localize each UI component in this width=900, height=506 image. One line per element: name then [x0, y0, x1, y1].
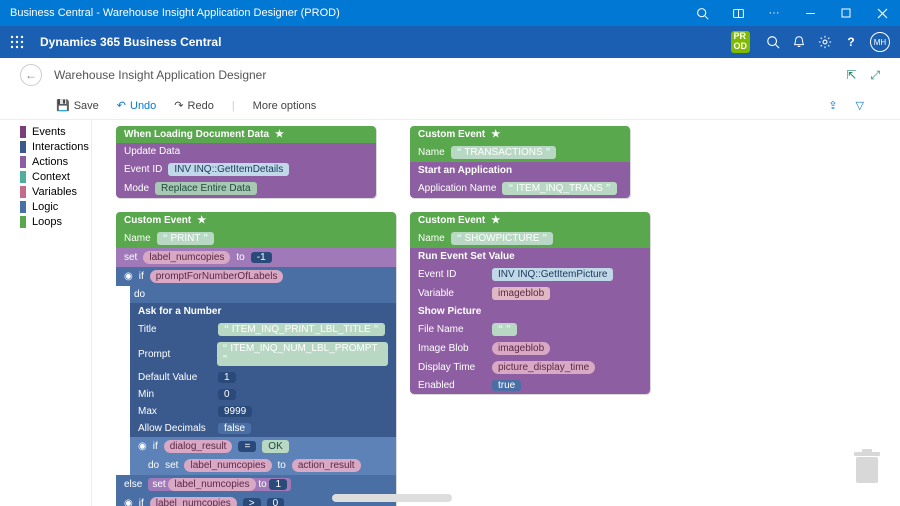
sidebar-item-label: Actions	[32, 156, 68, 168]
block-custom-event-showpicture[interactable]: Custom Event ★ Name “ SHOWPICTURE ” Run …	[410, 212, 650, 394]
sidebar-item-label: Loops	[32, 216, 62, 228]
block-custom-event-transactions[interactable]: Custom Event ★ Name “ TRANSACTIONS ” Sta…	[410, 126, 630, 198]
category-swatch	[20, 126, 26, 138]
product-name[interactable]: Dynamics 365 Business Central	[40, 35, 731, 49]
category-swatch	[20, 186, 26, 198]
more-icon[interactable]: ···	[756, 0, 792, 26]
sidebar-item-actions[interactable]: Actions	[20, 154, 91, 169]
back-button[interactable]: ←	[20, 64, 42, 86]
close-icon[interactable]	[864, 0, 900, 26]
app-launcher-icon[interactable]	[10, 35, 32, 49]
window-title: Business Central - Warehouse Insight App…	[0, 7, 684, 19]
sidebar-item-variables[interactable]: Variables	[20, 184, 91, 199]
sidebar-item-logic[interactable]: Logic	[20, 199, 91, 214]
save-icon: 💾	[56, 99, 70, 112]
redo-button[interactable]: ↷Redo	[174, 99, 214, 112]
maximize-icon[interactable]	[828, 0, 864, 26]
content: Events Interactions Actions Context Variable…	[0, 120, 900, 506]
env-badge: PROD	[731, 31, 751, 53]
block-when-loading-document-data[interactable]: When Loading Document Data ★ Update Data…	[116, 126, 376, 198]
avatar[interactable]: MH	[870, 32, 890, 52]
block-custom-event-print[interactable]: Custom Event ★ Name“ PRINT ” set label_n…	[116, 212, 396, 506]
nav-search-icon[interactable]	[760, 35, 786, 49]
filter-icon[interactable]: ▽	[856, 99, 864, 112]
sidebar-item-context[interactable]: Context	[20, 169, 91, 184]
category-swatch	[20, 171, 26, 183]
page-header: ← Warehouse Insight Application Designer…	[0, 58, 900, 92]
category-swatch	[20, 216, 26, 228]
sidebar-item-label: Interactions	[32, 141, 89, 153]
sidebar-item-events[interactable]: Events	[20, 124, 91, 139]
save-button[interactable]: 💾Save	[56, 99, 99, 112]
redo-icon: ↷	[174, 99, 183, 112]
sidebar-item-label: Variables	[32, 186, 77, 198]
block-category-sidebar: Events Interactions Actions Context Variable…	[0, 120, 92, 506]
bell-icon[interactable]	[786, 35, 812, 49]
gear-icon[interactable]	[812, 35, 838, 49]
category-swatch	[20, 141, 26, 153]
search-icon[interactable]	[684, 0, 720, 26]
sidebar-item-label: Context	[32, 171, 70, 183]
app-navbar: Dynamics 365 Business Central PROD ? MH	[0, 26, 900, 58]
horizontal-scrollbar[interactable]	[332, 494, 452, 502]
page-title: Warehouse Insight Application Designer	[54, 68, 266, 82]
sidebar-item-label: Events	[32, 126, 66, 138]
share-icon[interactable]: ⇪	[828, 99, 837, 112]
more-options-button[interactable]: More options	[253, 100, 317, 112]
sidebar-item-interactions[interactable]: Interactions	[20, 139, 91, 154]
blockly-canvas[interactable]: When Loading Document Data ★ Update Data…	[92, 120, 900, 506]
sidebar-item-label: Logic	[32, 201, 58, 213]
undo-button[interactable]: ↶Undo	[117, 99, 157, 112]
minimize-icon[interactable]	[792, 0, 828, 26]
expand-icon[interactable]: ⤢	[870, 68, 880, 83]
tab-icon[interactable]	[720, 0, 756, 26]
help-icon[interactable]: ?	[838, 35, 864, 49]
undo-icon: ↶	[117, 99, 126, 112]
trash-icon[interactable]	[852, 449, 882, 488]
category-swatch	[20, 201, 26, 213]
open-new-icon[interactable]: ⇱	[846, 68, 856, 83]
toolbar: 💾Save ↶Undo ↷Redo | More options ⇪ ▽	[0, 92, 900, 120]
window-titlebar: Business Central - Warehouse Insight App…	[0, 0, 900, 26]
sidebar-item-loops[interactable]: Loops	[20, 214, 91, 229]
category-swatch	[20, 156, 26, 168]
